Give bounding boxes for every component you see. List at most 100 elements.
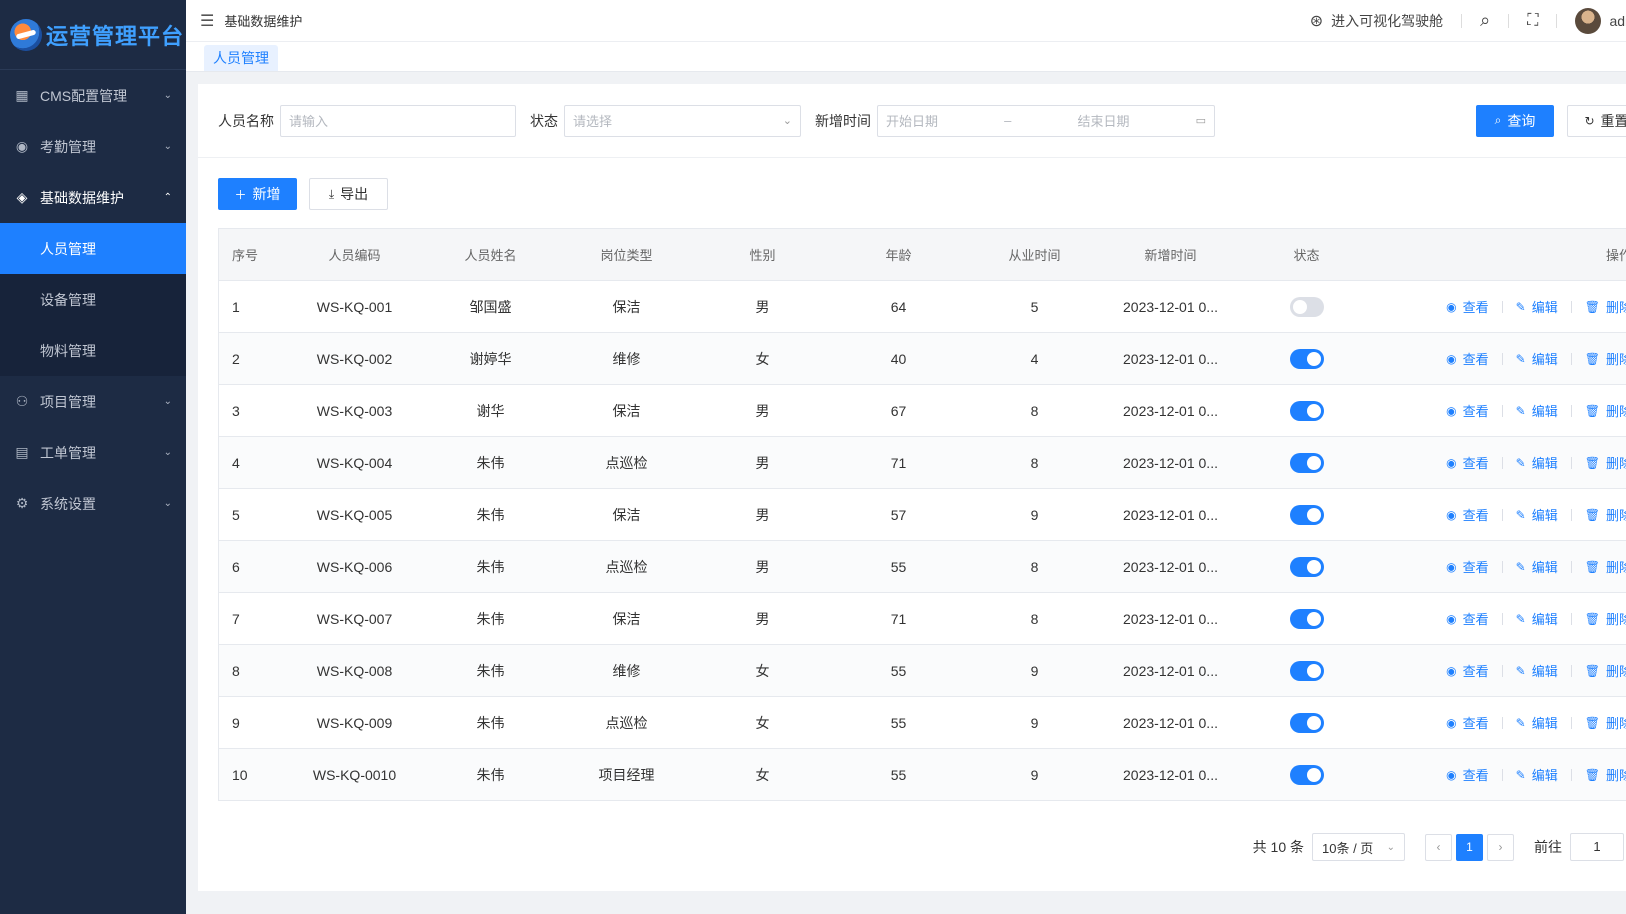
chevron-down-icon: ⌄ (163, 447, 172, 458)
sidebar-item-basic-data[interactable]: ◈ 基础数据维护 ⌃ (0, 172, 186, 223)
status-toggle[interactable] (1289, 556, 1324, 577)
trash-icon: 🗑 (1584, 559, 1600, 574)
status-filter-select[interactable]: 请选择 ⌄ (564, 104, 801, 137)
personnel-code-cell: WS-KQ-0010 (312, 766, 397, 783)
avatar (1575, 7, 1602, 34)
delete-button-label: 删除 (1605, 456, 1626, 471)
view-button[interactable]: ◉ 查看 (1446, 297, 1489, 316)
download-icon: ⤓ (328, 186, 335, 201)
next-page-button[interactable]: › (1487, 833, 1514, 861)
view-button[interactable]: ◉ 查看 (1446, 557, 1489, 576)
delete-button[interactable]: 🗑 删除 (1585, 557, 1626, 576)
status-toggle[interactable] (1289, 504, 1324, 525)
personnel-name-cell: 朱伟 (476, 558, 505, 575)
delete-button[interactable]: 🗑 删除 (1585, 661, 1626, 680)
action-divider (1501, 300, 1503, 313)
row-number-cell: 8 (232, 662, 240, 679)
status-toggle[interactable] (1289, 764, 1324, 785)
toggle-knob (1306, 403, 1321, 418)
reset-button[interactable]: ↻ 重置 (1567, 104, 1626, 137)
created-time-cell: 2023-12-01 0... (1123, 662, 1218, 679)
edit-button[interactable]: ✎ 编辑 (1516, 765, 1558, 784)
status-toggle[interactable] (1289, 608, 1324, 629)
view-button[interactable]: ◉ 查看 (1446, 765, 1489, 784)
action-divider (1570, 612, 1572, 625)
sidebar-item-materials[interactable]: 物料管理 (0, 325, 186, 376)
search-button[interactable]: ⌕ 查询 (1476, 104, 1554, 137)
edit-button[interactable]: ✎ 编辑 (1516, 453, 1558, 472)
sidebar-item-attendance[interactable]: ◉ 考勤管理 ⌄ (0, 121, 186, 172)
sidebar-item-cms[interactable]: ▦ CMS配置管理 ⌄ (0, 70, 186, 121)
delete-button-label: 删除 (1605, 664, 1626, 679)
edit-button[interactable]: ✎ 编辑 (1516, 401, 1558, 420)
delete-button[interactable]: 🗑 删除 (1585, 401, 1626, 420)
view-button[interactable]: ◉ 查看 (1446, 453, 1489, 472)
export-button[interactable]: ⤓ 导出 (309, 178, 388, 210)
edit-button[interactable]: ✎ 编辑 (1516, 609, 1558, 628)
status-toggle[interactable] (1289, 400, 1324, 421)
view-button[interactable]: ◉ 查看 (1446, 505, 1489, 524)
actions-cell: ◉ 查看 ✎ 编辑 🗑 删除 (1375, 333, 1626, 385)
goto-page-input[interactable]: 1 (1570, 833, 1624, 861)
menu-fold-icon[interactable]: ☰ (200, 11, 214, 31)
page-number-button[interactable]: 1 (1456, 833, 1483, 861)
view-button[interactable]: ◉ 查看 (1446, 661, 1489, 680)
edit-button[interactable]: ✎ 编辑 (1516, 557, 1558, 576)
actions-cell: ◉ 查看 ✎ 编辑 🗑 删除 (1375, 593, 1626, 645)
view-button[interactable]: ◉ 查看 (1446, 713, 1489, 732)
action-divider (1501, 612, 1503, 625)
search-button[interactable]: ⌕ (1480, 10, 1490, 31)
status-toggle[interactable] (1289, 296, 1324, 317)
edit-button[interactable]: ✎ 编辑 (1516, 349, 1558, 368)
date-range-picker[interactable]: 开始日期 – 结束日期 ▭ (877, 104, 1215, 137)
cockpit-link[interactable]: ⊛ 进入可视化驾驶舱 (1310, 11, 1443, 31)
action-divider (1501, 560, 1503, 573)
status-toggle[interactable] (1289, 660, 1324, 681)
sidebar-item-equipment[interactable]: 设备管理 (0, 274, 186, 325)
edit-button[interactable]: ✎ 编辑 (1516, 297, 1558, 316)
fullscreen-button[interactable]: ⛶ (1527, 12, 1538, 30)
sidebar-item-settings[interactable]: ⚙ 系统设置 ⌄ (0, 478, 186, 529)
edit-icon: ✎ (1515, 715, 1526, 730)
delete-button[interactable]: 🗑 删除 (1585, 713, 1626, 732)
sidebar-item-projects[interactable]: ⚇ 项目管理 ⌄ (0, 376, 186, 427)
edit-button[interactable]: ✎ 编辑 (1516, 661, 1558, 680)
personnel-code-cell: WS-KQ-009 (316, 714, 393, 731)
chevron-left-icon: ‹ (1436, 840, 1441, 854)
edit-button[interactable]: ✎ 编辑 (1516, 713, 1558, 732)
name-filter-input[interactable]: 请输入 (280, 104, 516, 137)
user-menu[interactable]: admin ⌄ (1575, 7, 1626, 34)
toggle-knob (1306, 559, 1321, 574)
logo-icon (10, 18, 42, 51)
view-button[interactable]: ◉ 查看 (1446, 401, 1489, 420)
page-size-select[interactable]: 10条 / 页 ⌄ (1312, 833, 1405, 861)
personnel-code-cell: WS-KQ-006 (316, 558, 393, 575)
status-toggle[interactable] (1289, 452, 1324, 473)
row-number-cell: 6 (232, 558, 240, 575)
refresh-icon: ↻ (1584, 113, 1595, 128)
status-toggle[interactable] (1289, 348, 1324, 369)
delete-button[interactable]: 🗑 删除 (1585, 349, 1626, 368)
delete-button[interactable]: 🗑 删除 (1585, 297, 1626, 316)
status-toggle[interactable] (1289, 712, 1324, 733)
personnel-code-cell: WS-KQ-007 (316, 610, 393, 627)
delete-button[interactable]: 🗑 删除 (1585, 765, 1626, 784)
add-button[interactable]: ＋ 新增 (218, 178, 297, 210)
created-time-cell: 2023-12-01 0... (1123, 298, 1218, 315)
tab-personnel[interactable]: 人员管理 (204, 45, 278, 71)
view-button[interactable]: ◉ 查看 (1446, 609, 1489, 628)
edit-button[interactable]: ✎ 编辑 (1516, 505, 1558, 524)
view-button[interactable]: ◉ 查看 (1446, 349, 1489, 368)
edit-button-label: 编辑 (1531, 300, 1558, 315)
sidebar-item-workorders[interactable]: ▤ 工单管理 ⌄ (0, 427, 186, 478)
actions-cell: ◉ 查看 ✎ 编辑 🗑 删除 (1375, 385, 1626, 437)
trash-icon: 🗑 (1584, 299, 1600, 314)
delete-button[interactable]: 🗑 删除 (1585, 505, 1626, 524)
trash-icon: 🗑 (1584, 663, 1600, 678)
delete-button[interactable]: 🗑 删除 (1585, 609, 1626, 628)
delete-button-label: 删除 (1605, 612, 1626, 627)
delete-button[interactable]: 🗑 删除 (1585, 453, 1626, 472)
prev-page-button[interactable]: ‹ (1425, 833, 1452, 861)
sidebar-item-personnel[interactable]: 人员管理 (0, 223, 186, 274)
column-header: 人员姓名 (464, 248, 517, 263)
